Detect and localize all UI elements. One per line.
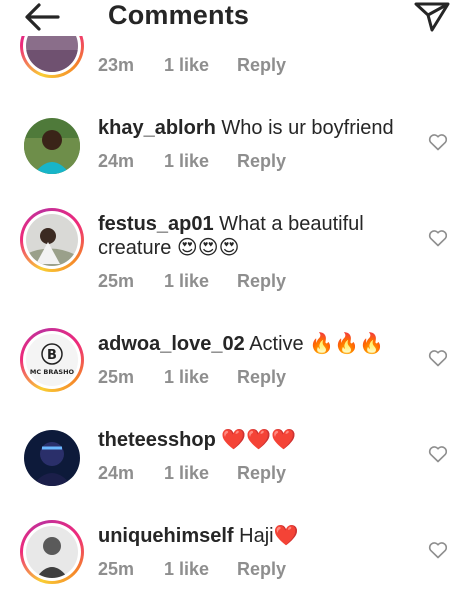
reply-button[interactable]: Reply [237,151,286,172]
heart-icon [428,350,448,367]
heart-icon [428,542,448,559]
like-button[interactable] [428,229,448,247]
comment-item: khay_ablorh Who is ur boyfriend 24m 1 lik… [0,110,472,190]
brand-logo-avatar: B MC BRASHO [26,334,78,386]
comment-time: 23m [98,55,135,75]
like-button[interactable] [428,133,448,151]
reply-button[interactable]: Reply [237,463,286,484]
comment-message: ❤️❤️❤️ [215,429,297,451]
avatar[interactable] [24,118,80,174]
comment-meta: 25m 1 like Reply [98,559,286,580]
comment-meta: 25m 1 like Reply [98,271,286,292]
comment-username[interactable]: festus_ap01 [98,213,214,235]
comment-text: adwoa_love_02 Active 🔥🔥🔥 [98,332,418,356]
comment-username[interactable]: adwoa_love_02 [98,333,245,355]
like-button[interactable] [428,541,448,559]
avatar[interactable] [20,208,84,272]
heart-icon [428,134,448,151]
heart-icon [428,230,448,247]
comment-text: festus_ap01 What a beautiful creature 😍😍… [98,212,418,260]
comment-item: B MC BRASHO adwoa_love_02 Active 🔥🔥🔥 25m… [0,326,472,406]
comment-message: Who is ur boyfriend [215,117,394,139]
like-button[interactable] [428,349,448,367]
like-count[interactable]: 1 like [164,367,237,388]
reply-button[interactable]: Reply [237,55,286,76]
avatar[interactable] [20,520,84,584]
like-count[interactable]: 1 like [164,463,237,484]
heart-icon [428,446,448,463]
comment-item: festus_ap01 What a beautiful creature 😍😍… [0,206,472,306]
comment-time: 25m [98,271,135,291]
comment-username[interactable]: khay_ablorh [98,117,216,139]
comment-meta: 24m 1 like Reply [98,151,286,172]
comment-item: uniquehimself Haji❤️ 25m 1 like Reply [0,518,472,597]
reply-button[interactable]: Reply [237,271,286,292]
comment-meta: 25m 1 like Reply [98,367,286,388]
comment-message: Active 🔥🔥🔥 [244,333,384,355]
comment-time: 24m [98,463,135,483]
comment-item: theteesshop ❤️❤️❤️ 24m 1 like Reply [0,422,472,502]
reply-button[interactable]: Reply [237,559,286,580]
like-count[interactable]: 1 like [164,271,237,292]
like-count[interactable]: 1 like [164,559,237,580]
avatar[interactable]: B MC BRASHO [20,328,84,392]
comment-time: 25m [98,367,135,387]
comment-username[interactable]: uniquehimself [98,525,234,547]
comment-time: 25m [98,559,135,579]
comment-time: 24m [98,151,135,171]
svg-text:MC BRASHO: MC BRASHO [30,368,75,376]
comments-header: Comments [0,0,472,36]
page-title: Comments [108,0,250,30]
like-button[interactable] [428,445,448,463]
comment-text: uniquehimself Haji❤️ [98,524,418,548]
share-button[interactable] [412,0,452,32]
comment-message: Haji❤️ [233,525,299,547]
comment-username[interactable]: theteesshop [98,429,216,451]
comment-meta: 23m 1 like Reply [98,55,286,76]
svg-text:B: B [47,348,57,363]
comment-text: theteesshop ❤️❤️❤️ [98,428,418,452]
arrow-left-icon [25,3,60,31]
avatar[interactable] [24,430,80,486]
comment-meta: 24m 1 like Reply [98,463,286,484]
reply-button[interactable]: Reply [237,367,286,388]
paper-plane-icon [414,2,450,32]
comment-text: khay_ablorh Who is ur boyfriend [98,116,418,140]
back-button[interactable] [22,2,62,32]
like-count[interactable]: 1 like [164,55,237,76]
like-count[interactable]: 1 like [164,151,237,172]
